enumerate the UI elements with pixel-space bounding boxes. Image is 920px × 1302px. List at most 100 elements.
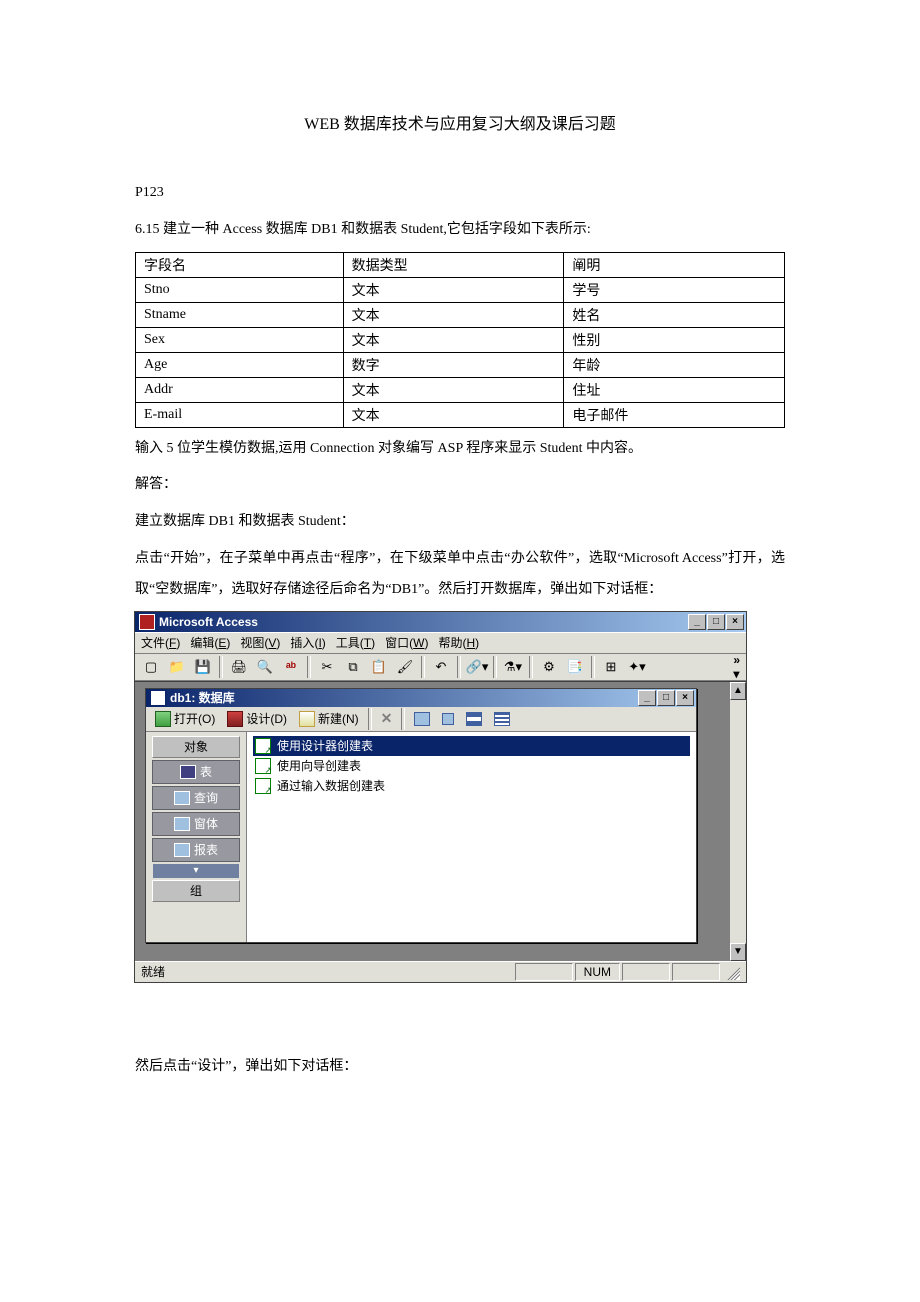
separator-icon [493,656,497,678]
shortcut-icon [255,738,271,754]
view-list-button[interactable] [461,708,487,730]
relationships-icon[interactable]: ⊞ [599,655,623,679]
open-icon [155,711,171,727]
mdi-client-area: db1: 数据库 _ □ × 打开(O) 设计(D) 新建(N) ✕ [135,681,746,961]
design-button[interactable]: 设计(D) [222,708,292,730]
print-icon[interactable]: 🖨 [227,655,251,679]
access-window: Microsoft Access _ □ × 文件(F) 编辑(E) 视图(V)… [135,612,746,982]
objects-more[interactable]: ▾ [153,864,239,878]
save-icon[interactable]: 💾 [191,655,215,679]
status-text: 就绪 [141,963,165,980]
separator-icon [421,656,425,678]
new-icon[interactable]: ▢ [139,655,163,679]
paste-icon[interactable]: 📋 [367,655,391,679]
table-row: Addr文本住址 [136,377,785,402]
inner-close-button[interactable]: × [676,690,694,706]
list-item[interactable]: 通过输入数据创建表 [253,776,690,796]
page-ref: P123 [135,178,785,209]
format-painter-icon[interactable]: 🖌 [393,655,417,679]
query-icon [174,791,190,805]
main-toolbar: ▢ 📁 💾 🖨 🔍 ᵃᵇ ✂ ⧉ 📋 🖌 ↶ 🔗▾ ⚗▾ ⚙ 📑 ⊞ ✦▾ »▾ [135,654,746,681]
titlebar[interactable]: Microsoft Access _ □ × [135,612,746,632]
objects-header[interactable]: 对象 [152,736,240,758]
spellcheck-icon[interactable]: ᵃᵇ [279,655,303,679]
database-icon [150,690,166,706]
toolbar-overflow-icon[interactable]: »▾ [733,653,742,681]
cut-icon[interactable]: ✂ [315,655,339,679]
access-app-icon [139,614,155,630]
vertical-scrollbar[interactable]: ▲ ▼ [729,682,746,961]
groups-header[interactable]: 组 [152,880,240,902]
th-desc: 阐明 [564,252,785,277]
menu-tools[interactable]: 工具(T) [336,634,375,651]
separator-icon [307,656,311,678]
menu-edit[interactable]: 编辑(E) [190,634,230,651]
new-object-icon[interactable]: ✦▾ [625,655,649,679]
list-item[interactable]: 使用向导创建表 [253,756,690,776]
minimize-button[interactable]: _ [688,614,706,630]
database-window-title: db1: 数据库 [170,689,638,706]
large-icons-icon [414,712,430,726]
window-title: Microsoft Access [159,615,688,629]
menu-window[interactable]: 窗口(W) [385,634,428,651]
close-button[interactable]: × [726,614,744,630]
inner-maximize-button[interactable]: □ [657,690,675,706]
list-icon [466,712,482,726]
view-details-button[interactable] [489,708,515,730]
new-button[interactable]: 新建(N) [294,708,364,730]
table-row: Age数字年龄 [136,352,785,377]
object-tables[interactable]: 表 [152,760,240,784]
new-icon [299,711,315,727]
delete-button[interactable]: ✕ [376,708,398,730]
menu-file[interactable]: 文件(F) [141,634,180,651]
code-icon[interactable]: ⚙ [537,655,561,679]
inner-minimize-button[interactable]: _ [638,690,656,706]
separator-icon [401,708,405,730]
scroll-down-icon[interactable]: ▼ [730,943,746,961]
open-icon[interactable]: 📁 [165,655,189,679]
answer-label: 解答： [135,470,785,501]
design-icon [227,711,243,727]
form-icon [174,817,190,831]
analyze-icon[interactable]: ⚗▾ [501,655,525,679]
problem-intro: 6.15 建立一种 Access 数据库 DB1 和数据表 Student,它包… [135,215,785,246]
table-row: Stno文本学号 [136,277,785,302]
status-cell [622,963,670,981]
object-reports[interactable]: 报表 [152,838,240,862]
shortcut-icon [255,758,271,774]
object-forms[interactable]: 窗体 [152,812,240,836]
status-cell [515,963,573,981]
table-row: Sex文本性别 [136,327,785,352]
open-button[interactable]: 打开(O) [150,708,220,730]
list-item[interactable]: 使用设计器创建表 [253,736,690,756]
properties-icon[interactable]: 📑 [563,655,587,679]
print-preview-icon[interactable]: 🔍 [253,655,277,679]
table-header-row: 字段名 数据类型 阐明 [136,252,785,277]
office-links-icon[interactable]: 🔗▾ [465,655,489,679]
copy-icon[interactable]: ⧉ [341,655,365,679]
database-toolbar: 打开(O) 设计(D) 新建(N) ✕ [146,707,696,732]
para-after-table: 输入 5 位学生模仿数据,运用 Connection 对象编写 ASP 程序来显… [135,434,785,465]
details-icon [494,712,510,726]
list-pane: 使用设计器创建表 使用向导创建表 通过输入数据创建表 [247,732,696,942]
document-title: WEB 数据库技术与应用复习大纲及课后习题 [135,110,785,134]
report-icon [174,843,190,857]
object-queries[interactable]: 查询 [152,786,240,810]
scroll-up-icon[interactable]: ▲ [730,682,746,700]
menu-help[interactable]: 帮助(H) [438,634,479,651]
maximize-button[interactable]: □ [707,614,725,630]
menu-insert[interactable]: 插入(I) [290,634,325,651]
menu-view[interactable]: 视图(V) [240,634,280,651]
resize-grip-icon[interactable] [724,964,740,980]
after-image-text: 然后点击“设计”，弹出如下对话框： [135,1052,785,1083]
view-large-button[interactable] [409,708,435,730]
separator-icon [219,656,223,678]
table-icon [180,765,196,779]
step-1: 建立数据库 DB1 和数据表 Student： [135,507,785,538]
inner-titlebar[interactable]: db1: 数据库 _ □ × [146,689,696,707]
shortcut-icon [255,778,271,794]
small-icons-icon [442,713,454,725]
view-small-button[interactable] [437,708,459,730]
separator-icon [457,656,461,678]
undo-icon[interactable]: ↶ [429,655,453,679]
